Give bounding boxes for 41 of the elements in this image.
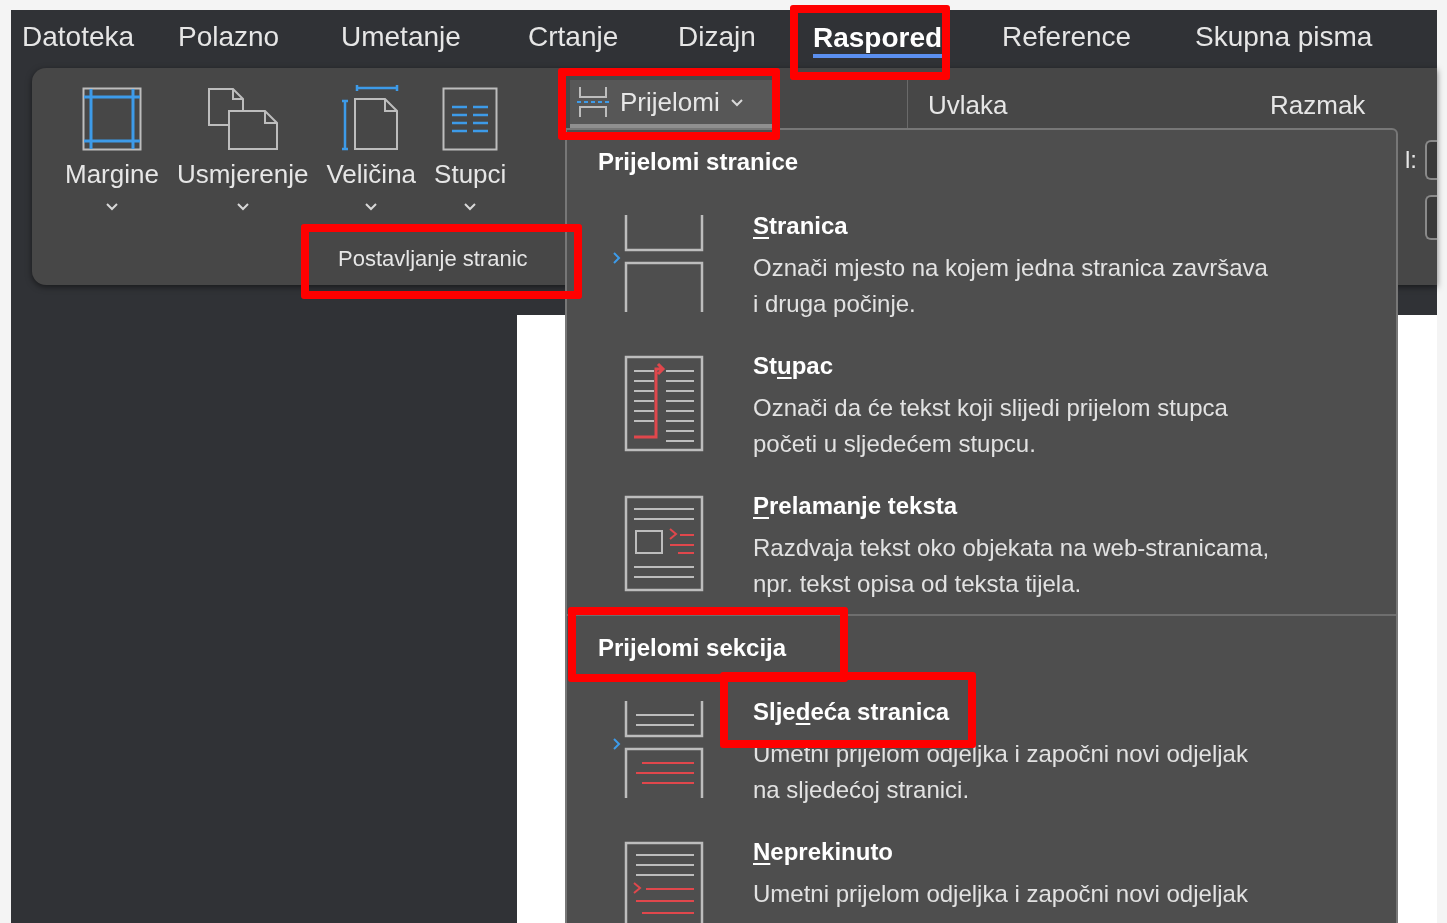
section-header: Prijelomi stranice: [598, 148, 800, 176]
page-break-icon: [576, 87, 610, 117]
menu-tab[interactable]: Polazno: [178, 10, 280, 64]
input-field[interactable]: [1425, 195, 1437, 240]
menu-item-title[interactable]: Neprekinuto: [753, 838, 894, 866]
columns-icon: [442, 87, 499, 151]
menu-tab[interactable]: Crtanje: [528, 10, 619, 64]
input-field[interactable]: [1425, 140, 1437, 180]
ribbon-button[interactable]: Margine: [63, 85, 161, 211]
group-label: Postavljanje stranic: [338, 244, 529, 273]
breaks-dropdown-button[interactable]: Prijelomi: [570, 80, 775, 128]
section-header: Prijelomi sekcija: [598, 634, 788, 662]
chevron-down-icon: [364, 202, 379, 211]
spacing-label: Razmak: [1270, 89, 1366, 122]
menu-item-description: Umetni prijelom odjeljka i započni novi odjeljak: [753, 879, 1248, 909]
chevron-down-icon: [104, 202, 119, 211]
menu-item-description: Označi da će tekst koji slijedi prijelom stupca početi u sljedećem stupcu.: [753, 393, 1228, 459]
menu-item-title[interactable]: Stupac: [753, 352, 834, 380]
pages-icon: [206, 87, 279, 151]
indent-label: Uvlaka: [928, 89, 1009, 122]
menu-item-title[interactable]: Stranica: [753, 212, 848, 240]
menu-item-description: Označi mjesto na kojem jedna stranica završava i druga počinje.: [753, 253, 1268, 319]
next-page-break-icon: [612, 701, 705, 798]
menu-tab[interactable]: Raspored: [813, 10, 943, 64]
menu-item-title[interactable]: Prelamanje teksta: [753, 492, 958, 520]
ribbon-button[interactable]: Veličina: [324, 85, 419, 211]
field-label: l:: [1405, 145, 1417, 175]
chevron-down-icon: [463, 202, 478, 211]
page-break-icon: [612, 215, 705, 312]
menu-tab[interactable]: Umetanje: [341, 10, 461, 64]
menu-item-description: Razdvaja tekst oko objekata na web-stranicama, npr. tekst opisa od teksta tijela.: [753, 533, 1270, 599]
chevron-down-icon: [235, 202, 250, 211]
ribbon-button[interactable]: Usmjerenje: [174, 85, 311, 211]
ribbon-button[interactable]: Stupci: [432, 85, 509, 211]
chevron-down-icon: [729, 97, 744, 107]
menu-item-title[interactable]: Sljedeća stranica: [753, 698, 950, 726]
menu-tab[interactable]: Datoteka: [22, 10, 135, 64]
margins-icon: [81, 87, 142, 151]
menu-tab[interactable]: Dizajn: [678, 10, 756, 64]
menu-tab[interactable]: Reference: [1002, 10, 1132, 64]
menu-tab[interactable]: Skupna pisma: [1195, 10, 1373, 64]
